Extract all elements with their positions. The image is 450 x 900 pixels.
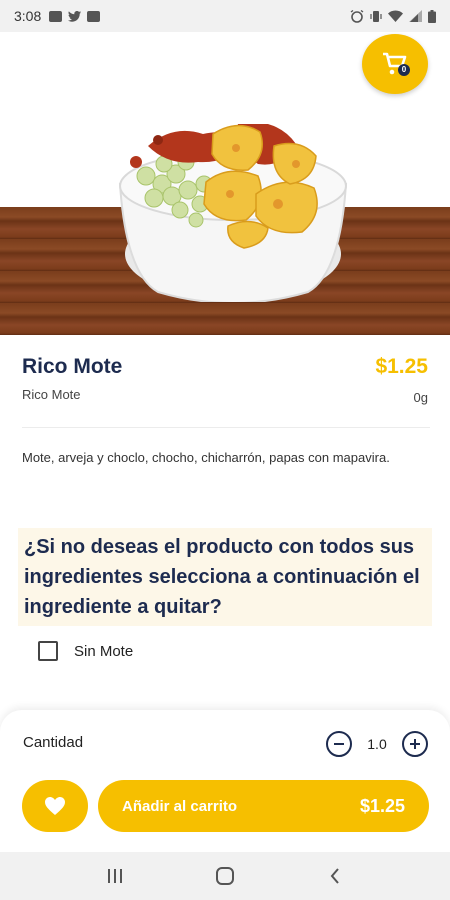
back-button[interactable] — [315, 860, 355, 892]
home-button[interactable] — [205, 860, 245, 892]
product-name: Rico Mote — [22, 355, 123, 378]
recents-button[interactable] — [95, 860, 135, 892]
add-to-cart-label: Añadir al carrito — [122, 797, 238, 815]
heart-icon — [45, 797, 65, 815]
back-icon — [330, 868, 339, 884]
twitter-notification-icon — [68, 10, 82, 22]
favorite-button[interactable] — [22, 780, 88, 832]
product-description: Mote, arveja y choclo, chocho, chicharró… — [22, 450, 390, 465]
product-price: $1.25 — [375, 355, 428, 378]
mail-notification-icon — [87, 10, 101, 22]
status-bar: 3:08 — [0, 0, 450, 32]
ingredient-removal-question: ¿Si no deseas el producto con todos sus … — [18, 528, 432, 626]
food-bowl-illustration — [118, 124, 348, 302]
alarm-icon — [350, 9, 364, 23]
wifi-icon — [388, 10, 403, 22]
status-time: 3:08 — [14, 8, 42, 24]
add-to-cart-total: $1.25 — [359, 795, 405, 816]
divider — [22, 427, 430, 428]
vibrate-icon — [370, 10, 382, 22]
increase-quantity-button[interactable] — [402, 731, 428, 757]
product-subtitle: Rico Mote — [22, 387, 81, 402]
ingredient-checkbox[interactable] — [38, 641, 58, 661]
quantity-stepper: 1.0 — [326, 731, 428, 757]
gallery-notification-icon — [49, 10, 63, 22]
ingredient-option[interactable]: Sin Mote — [38, 641, 133, 661]
recents-icon — [108, 869, 122, 883]
system-navigation-bar — [0, 852, 450, 900]
cart-button[interactable]: 0 — [362, 34, 428, 94]
home-icon — [216, 867, 234, 885]
battery-icon — [428, 9, 436, 23]
product-weight: 0g — [413, 390, 428, 405]
quantity-label: Cantidad — [23, 734, 84, 751]
decrease-quantity-button[interactable] — [326, 731, 352, 757]
ingredient-option-label: Sin Mote — [74, 642, 134, 660]
minus-circle-icon — [334, 743, 344, 745]
quantity-value: 1.0 — [367, 736, 387, 752]
cart-count-badge: 0 — [398, 64, 410, 76]
signal-icon — [409, 10, 422, 22]
plus-circle-icon — [410, 739, 420, 749]
add-to-cart-button[interactable]: Añadir al carrito $1.25 — [98, 780, 429, 832]
product-image: 0 — [0, 32, 450, 335]
order-panel: Cantidad 1.0 Añadir al carrito $1.25 — [0, 710, 450, 852]
